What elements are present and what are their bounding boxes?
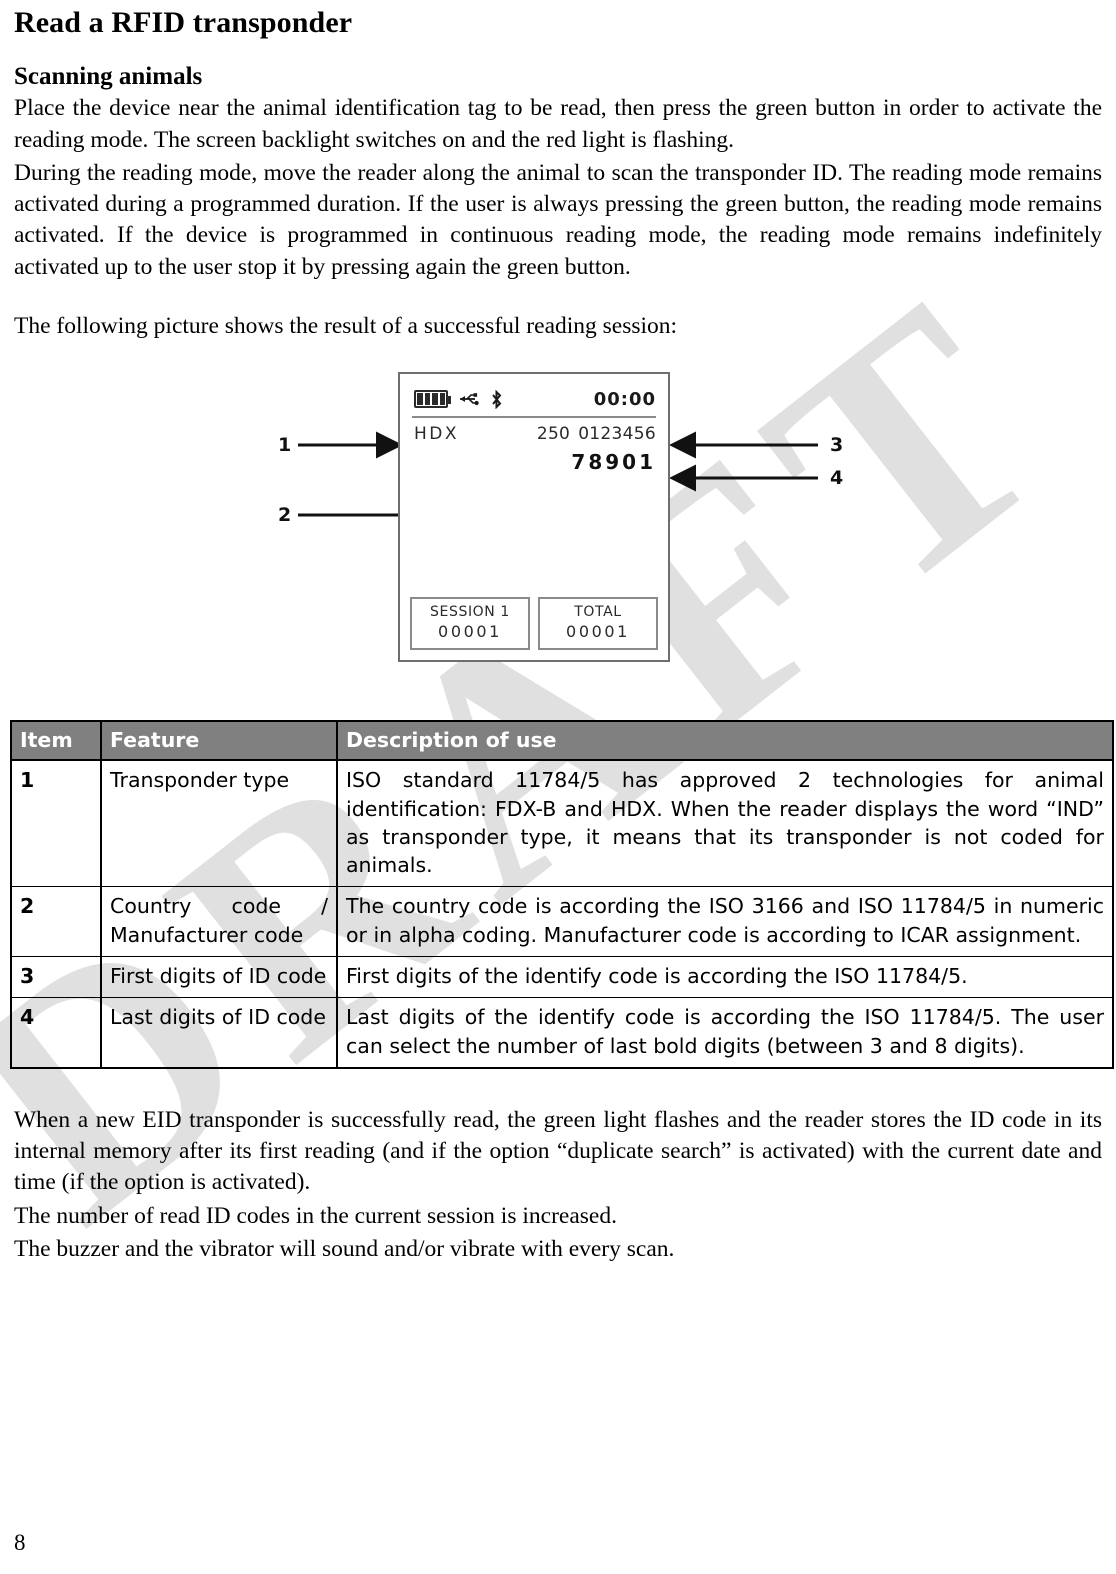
paragraph-1: Place the device near the animal identif… xyxy=(14,95,1102,153)
table-row: 4 Last digits of ID code Last digits of … xyxy=(10,997,1114,1069)
column-header-feature: Feature xyxy=(100,719,338,762)
transponder-type-value: HDX xyxy=(414,424,460,444)
session-counter-label: SESSION 1 xyxy=(430,604,510,620)
feature-description-table: Item Feature Description of use 1 Transp… xyxy=(10,719,1114,1069)
section-heading: Scanning animals xyxy=(14,62,203,90)
cell-feature: Transponder type xyxy=(100,760,338,888)
paragraph-5: The number of read ID codes in the curre… xyxy=(14,1202,617,1229)
cell-description: First digits of the identify code is acc… xyxy=(336,956,1114,999)
country-code-value: 250 xyxy=(536,424,571,444)
paragraph-6: The buzzer and the vibrator will sound a… xyxy=(14,1235,675,1262)
cell-feature: Last digits of ID code xyxy=(100,997,338,1069)
callout-number-2: 2 xyxy=(278,504,292,526)
figure-inner: 1 2 3 4 00:00 HDX 250 0123456 78901 SESS… xyxy=(248,360,868,690)
id-first-digits-value: 0123456 xyxy=(578,424,656,444)
cell-feature: Country code / Manufacturer code xyxy=(100,886,338,957)
battery-full-icon xyxy=(414,390,451,408)
table-row: 3 First digits of ID code First digits o… xyxy=(10,956,1114,999)
clock-display: 00:00 xyxy=(593,388,656,410)
cell-feature: First digits of ID code xyxy=(100,956,338,999)
total-counter: TOTAL 00001 xyxy=(538,597,658,650)
device-screen-figure: 1 2 3 4 00:00 HDX 250 0123456 78901 SESS… xyxy=(6,360,1110,690)
device-lcd-screen: 00:00 HDX 250 0123456 78901 SESSION 1 00… xyxy=(398,372,670,662)
cell-item: 2 xyxy=(10,886,102,957)
page-title: Read a RFID transponder xyxy=(14,6,353,39)
cell-item: 1 xyxy=(10,760,102,888)
page-number: 8 xyxy=(14,1530,26,1555)
id-first-line: 250 0123456 xyxy=(537,424,656,444)
cell-description: Last digits of the identify code is acco… xyxy=(336,997,1114,1069)
table-head: Item Feature Description of use xyxy=(10,719,1114,762)
cell-description: The country code is according the ISO 31… xyxy=(336,886,1114,957)
total-counter-label: TOTAL xyxy=(574,604,622,620)
table-row: 1 Transponder type ISO standard 11784/5 … xyxy=(10,760,1114,888)
callout-number-3: 3 xyxy=(830,434,844,456)
id-last-digits-value: 78901 xyxy=(571,450,656,474)
callout-number-4: 4 xyxy=(830,467,844,489)
session-counter-value: 00001 xyxy=(438,622,502,641)
column-header-item: Item xyxy=(10,719,102,762)
paragraph-4: When a new EID transponder is successful… xyxy=(14,1106,1102,1196)
transponder-type-line: HDX 250 0123456 xyxy=(400,418,668,448)
usb-icon xyxy=(458,391,480,407)
column-header-description: Description of use xyxy=(336,719,1114,762)
paragraph-2: During the reading mode, move the reader… xyxy=(14,159,1102,280)
cell-item: 4 xyxy=(10,997,102,1069)
paragraph-3: The following picture shows the result o… xyxy=(14,312,678,339)
total-counter-value: 00001 xyxy=(566,622,630,641)
cell-item: 3 xyxy=(10,956,102,999)
bluetooth-icon xyxy=(490,389,503,409)
status-bar: 00:00 xyxy=(400,374,668,418)
page-content: Read a RFID transponder Scanning animals… xyxy=(0,0,1116,1265)
counters-row: SESSION 1 00001 TOTAL 00001 xyxy=(400,597,668,650)
table-body: 1 Transponder type ISO standard 11784/5 … xyxy=(10,760,1114,1069)
document-page: DRAFT Read a RFID transponder Scanning a… xyxy=(0,0,1116,1574)
callout-number-1: 1 xyxy=(278,434,292,456)
table-header-row: Item Feature Description of use xyxy=(10,719,1114,762)
table-row: 2 Country code / Manufacturer code The c… xyxy=(10,886,1114,957)
cell-description: ISO standard 11784/5 has approved 2 tech… xyxy=(336,760,1114,888)
session-counter: SESSION 1 00001 xyxy=(410,597,530,650)
